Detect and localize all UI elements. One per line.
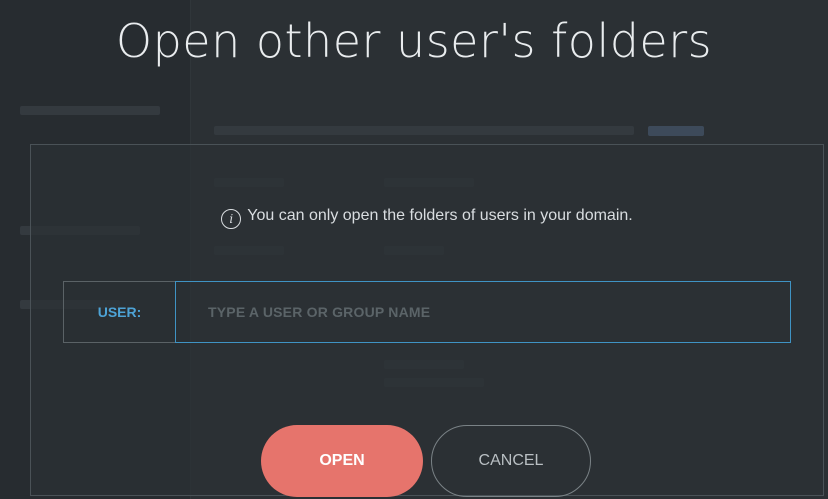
user-search-input[interactable] xyxy=(175,281,791,343)
user-field-row: USER: xyxy=(63,281,791,343)
open-button[interactable]: OPEN xyxy=(261,425,423,497)
domain-notice: i You can only open the folders of users … xyxy=(31,207,823,229)
cancel-button[interactable]: CANCEL xyxy=(431,425,591,497)
info-icon: i xyxy=(221,209,242,229)
dialog-title: Open other user's folders xyxy=(115,14,713,68)
notice-text: You can only open the folders of users i… xyxy=(247,207,633,224)
open-folders-dialog: i You can only open the folders of users … xyxy=(30,144,824,497)
user-field-label: USER: xyxy=(63,281,175,343)
app-window: Open other user's folders i You can only … xyxy=(0,0,828,499)
